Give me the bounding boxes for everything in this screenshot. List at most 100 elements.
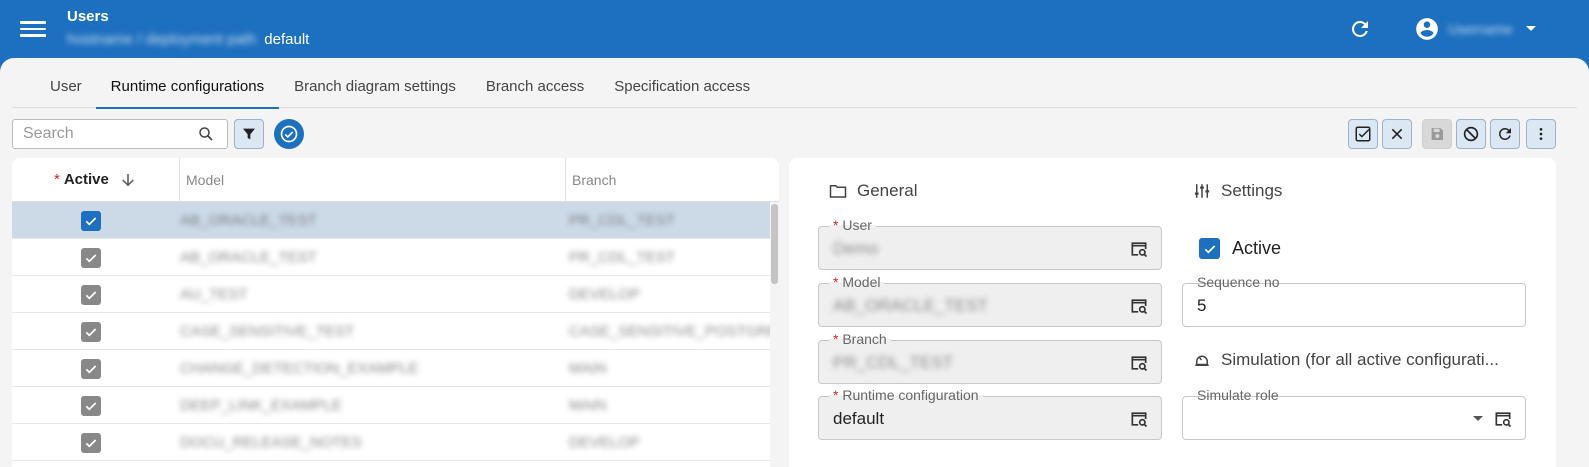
select-all-button[interactable]	[1348, 119, 1378, 149]
row-active-checkbox[interactable]	[81, 322, 101, 342]
row-active-checkbox[interactable]	[81, 211, 101, 231]
runtime-configuration-field[interactable]: * Runtime configuration default	[818, 387, 1162, 440]
row-branch: DEVELOP	[569, 434, 640, 451]
tab-bar: User Runtime configurations Branch diagr…	[12, 66, 1577, 109]
row-active-checkbox[interactable]	[81, 248, 101, 268]
branch-field-value: PR_CDL_TEST	[833, 353, 953, 372]
required-marker: *	[54, 171, 60, 188]
row-model: DOCU_RELEASE_NOTES	[180, 434, 362, 451]
section-simulation: Simulation (for all active configurati..…	[1193, 348, 1533, 372]
table-row[interactable]: DEEP_LINK_EXAMPLE MAIN	[12, 387, 779, 424]
row-branch: DEVELOP	[569, 286, 640, 303]
check-circle-icon	[280, 125, 298, 143]
activate-filter-button[interactable]	[274, 119, 304, 149]
tab-specification-access[interactable]: Specification access	[599, 66, 765, 108]
simulate-role-field[interactable]: Simulate role	[1182, 387, 1526, 440]
check-icon	[85, 254, 97, 263]
search-input[interactable]	[12, 119, 228, 149]
table-scrollbar[interactable]	[770, 202, 779, 467]
tab-branch-access[interactable]: Branch access	[471, 66, 599, 108]
row-branch: PR_CDL_TEST	[569, 249, 675, 266]
close-icon	[1391, 128, 1403, 140]
row-active-checkbox[interactable]	[81, 433, 101, 453]
runtime-configuration-label: * Runtime configuration	[829, 387, 983, 403]
lookup-icon[interactable]	[1129, 296, 1149, 316]
row-branch: MAIN	[569, 397, 607, 414]
filter-button[interactable]	[234, 119, 264, 149]
simulate-role-label: Simulate role	[1193, 387, 1283, 403]
section-settings: Settings	[1193, 179, 1282, 203]
save-button[interactable]	[1422, 119, 1452, 149]
block-icon	[1463, 126, 1479, 142]
table-row[interactable]: CHANGE_DETECTION_EXAMPLE MAIN	[12, 350, 779, 387]
refresh-icon[interactable]	[1348, 17, 1372, 41]
app-bar: Users hostname / deployment path default…	[0, 0, 1589, 60]
check-icon	[85, 402, 97, 411]
sequence-no-field[interactable]: Sequence no 5	[1182, 274, 1526, 327]
row-model: CASE_SENSITIVE_TEST	[180, 323, 355, 340]
row-model: CHANGE_DETECTION_EXAMPLE	[180, 360, 419, 377]
checkbox-checked-icon	[1355, 126, 1371, 142]
column-header-model[interactable]: Model	[179, 158, 224, 202]
more-options-button[interactable]	[1526, 119, 1556, 149]
tab-user[interactable]: User	[12, 66, 96, 108]
check-icon	[1204, 244, 1215, 254]
row-model: AB_ORACLE_TEST	[180, 212, 317, 229]
sequence-no-value: 5	[1197, 296, 1207, 315]
menu-icon[interactable]	[20, 17, 46, 39]
column-header-branch[interactable]: Branch	[565, 158, 616, 202]
dropdown-arrow-icon[interactable]	[1473, 416, 1483, 421]
row-active-checkbox[interactable]	[81, 359, 101, 379]
table-row[interactable]: AU_TEST DEVELOP	[12, 276, 779, 313]
folder-icon	[829, 185, 847, 198]
row-active-checkbox[interactable]	[81, 396, 101, 416]
branch-field[interactable]: * Branch PR_CDL_TEST	[818, 331, 1162, 384]
account-menu[interactable]: Username	[1414, 15, 1537, 43]
model-field-label: * Model	[829, 274, 885, 290]
column-label-active: Active	[63, 171, 109, 188]
table-row[interactable]: AB_ORACLE_TEST PR_CDL_TEST	[12, 202, 779, 239]
section-general: General	[829, 179, 917, 203]
toolbar	[12, 118, 1577, 150]
deselect-button[interactable]	[1382, 119, 1412, 149]
row-branch: PR_CDL_TEST	[569, 212, 675, 229]
lookup-icon[interactable]	[1493, 409, 1513, 429]
check-icon	[85, 291, 97, 300]
filter-icon	[243, 128, 255, 140]
search-icon[interactable]	[197, 125, 215, 143]
caret-down-icon	[1525, 26, 1536, 31]
section-settings-title: Settings	[1221, 181, 1283, 200]
cancel-button[interactable]	[1456, 119, 1486, 149]
active-checkbox[interactable]: Active	[1199, 238, 1281, 259]
lookup-icon[interactable]	[1129, 239, 1149, 259]
tab-runtime-configurations[interactable]: Runtime configurations	[95, 66, 280, 109]
subtitle-path: hostname / deployment path	[67, 31, 257, 48]
active-checkbox-box[interactable]	[1199, 238, 1220, 259]
runtime-configuration-value: default	[833, 409, 885, 428]
reload-button[interactable]	[1490, 119, 1520, 149]
check-icon	[85, 328, 97, 337]
refresh-icon	[1498, 128, 1511, 140]
table-row[interactable]: CASE_SENSITIVE_TEST CASE_SENSITIVE_POSTG…	[12, 313, 779, 350]
row-active-checkbox[interactable]	[81, 285, 101, 305]
section-simulation-title: Simulation (for all active configurati..…	[1221, 350, 1499, 369]
arrow-down-icon[interactable]	[119, 171, 137, 189]
active-checkbox-label: Active	[1232, 238, 1282, 258]
sequence-no-label: Sequence no	[1193, 274, 1284, 290]
lookup-icon[interactable]	[1129, 353, 1149, 373]
lookup-icon[interactable]	[1129, 409, 1149, 429]
save-icon	[1431, 128, 1443, 140]
check-icon	[85, 365, 97, 374]
model-field[interactable]: * Model AB_ORACLE_TEST	[818, 274, 1162, 327]
table-row[interactable]: DOCU_RELEASE_NOTES DEVELOP	[12, 424, 779, 461]
tab-branch-diagram-settings[interactable]: Branch diagram settings	[279, 66, 471, 108]
user-field[interactable]: * User Demo	[818, 217, 1162, 270]
branch-field-label: * Branch	[829, 331, 891, 347]
check-icon	[85, 217, 97, 226]
row-branch: CASE_SENSITIVE_POSTGRES	[569, 323, 779, 340]
table-row[interactable]: AB_ORACLE_TEST PR_CDL_TEST	[12, 239, 779, 276]
scrollbar-thumb[interactable]	[771, 204, 778, 284]
runtime-config-table: * Active Model Branch AB_ORACLE_TEST PR_…	[12, 158, 779, 467]
column-header-active[interactable]: * Active	[54, 158, 137, 202]
row-model: AB_ORACLE_TEST	[180, 249, 317, 266]
